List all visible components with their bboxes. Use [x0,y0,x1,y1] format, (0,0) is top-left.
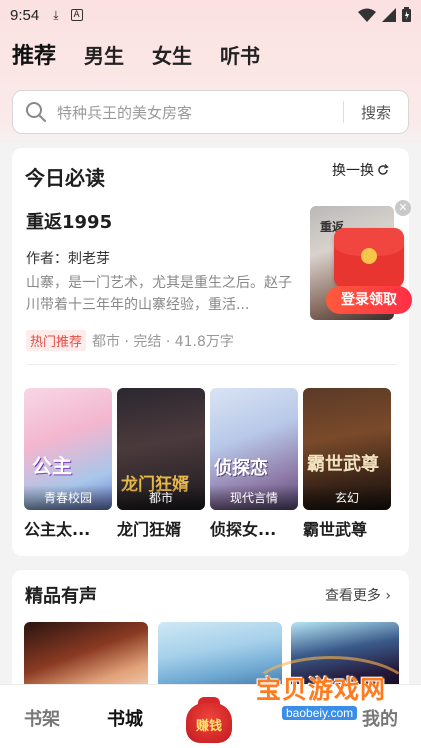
refresh-label: 换一换 [332,163,374,179]
nav-bookshelf[interactable]: 书架 [24,705,60,731]
book-title: 龙门狂婿 [117,520,182,539]
book-genre: 现代言情 [210,485,298,510]
view-more-button[interactable]: 查看更多 › [325,585,391,605]
status-bar: 9:54 ⤓ A [0,0,421,30]
chevron-right-icon: › [385,588,391,604]
section-title-audio: 精品有声 [25,586,97,607]
book-cover-art: 侦探恋 [214,458,268,479]
nav-earn[interactable]: 赚钱 [186,697,232,743]
book-cover-art: 霸世武尊 [307,454,379,475]
section-divider [26,364,397,365]
nav-bookstore[interactable]: 书城 [107,705,143,731]
featured-book-title[interactable]: 重返1995 [26,208,112,234]
book-cover-art: 公主 [32,454,72,478]
search-icon [26,102,46,122]
tab-recommend[interactable]: 推荐 [12,38,56,70]
book-title: 公主太... [24,520,91,539]
tab-female[interactable]: 女生 [152,40,192,69]
login-reward-promo[interactable]: 登录领取 [326,228,412,316]
hot-tag: 热门推荐 [26,330,87,351]
wifi-icon [358,8,376,22]
featured-book-description: 山寨，是一门艺术，尤其是重生之后。赵子川带着十三年年的山寨经验，重活... [26,275,292,313]
book-cover: 侦探恋 现代言情 [210,388,298,510]
refresh-button[interactable]: 换一换 [332,160,389,180]
close-icon[interactable]: ✕ [395,200,411,216]
featured-book-meta: 热门推荐 都市 · 完结 · 41.8万字 [26,330,234,351]
search-input[interactable]: 特种兵王的美女房客 [57,102,343,123]
download-icon: ⤓ [53,7,59,22]
book-genre: 青春校园 [24,485,112,510]
today-card: 今日必读 换一换 重返1995 作者：刺老芽 山寨，是一门艺术，尤其是重生之后。… [12,148,409,556]
promo-label: 登录领取 [326,286,412,314]
refresh-icon [378,164,389,175]
search-button[interactable]: 搜索 [344,102,408,123]
view-more-label: 查看更多 [324,588,381,604]
red-envelope-icon [334,228,404,288]
book-cover: 龙门狂婿 都市 [117,388,205,510]
book-genre: 都市 [117,485,205,510]
watermark-url: baobeiy.com [282,706,358,720]
notification-icon: A [70,9,83,21]
watermark-text: 宝贝游戏网 [256,675,387,704]
book-cover: 公主 青春校园 [24,388,112,510]
status-time: 9:54 [10,6,40,24]
search-bar[interactable]: 特种兵王的美女房客 搜索 [12,90,409,134]
audio-book-cover[interactable] [24,622,148,692]
featured-book-info: 都市 · 完结 · 41.8万字 [92,333,234,350]
signal-icon [382,7,396,22]
book-item[interactable]: 霸世武尊 玄幻 霸世武尊 [303,388,391,540]
book-title: 侦探女... [210,520,277,539]
featured-book-author: 作者：刺老芽 [26,251,110,267]
book-item[interactable]: 侦探恋 现代言情 侦探女... [210,388,298,540]
nav-earn-label: 赚钱 [195,719,222,734]
battery-icon [402,7,411,22]
section-title-today: 今日必读 [25,166,105,190]
top-tabs: 推荐 男生 女生 听书 [12,38,288,70]
book-item[interactable]: 公主 青春校园 公主太... [24,388,112,540]
book-title: 霸世武尊 [303,520,368,539]
tab-audiobook[interactable]: 听书 [220,40,260,69]
tab-male[interactable]: 男生 [84,40,124,69]
watermark-logo: 宝贝游戏网 baobeiy.com [246,656,416,736]
book-genre: 玄幻 [303,485,391,510]
book-cover: 霸世武尊 玄幻 [303,388,391,510]
book-item[interactable]: 龙门狂婿 都市 龙门狂婿 [117,388,205,540]
